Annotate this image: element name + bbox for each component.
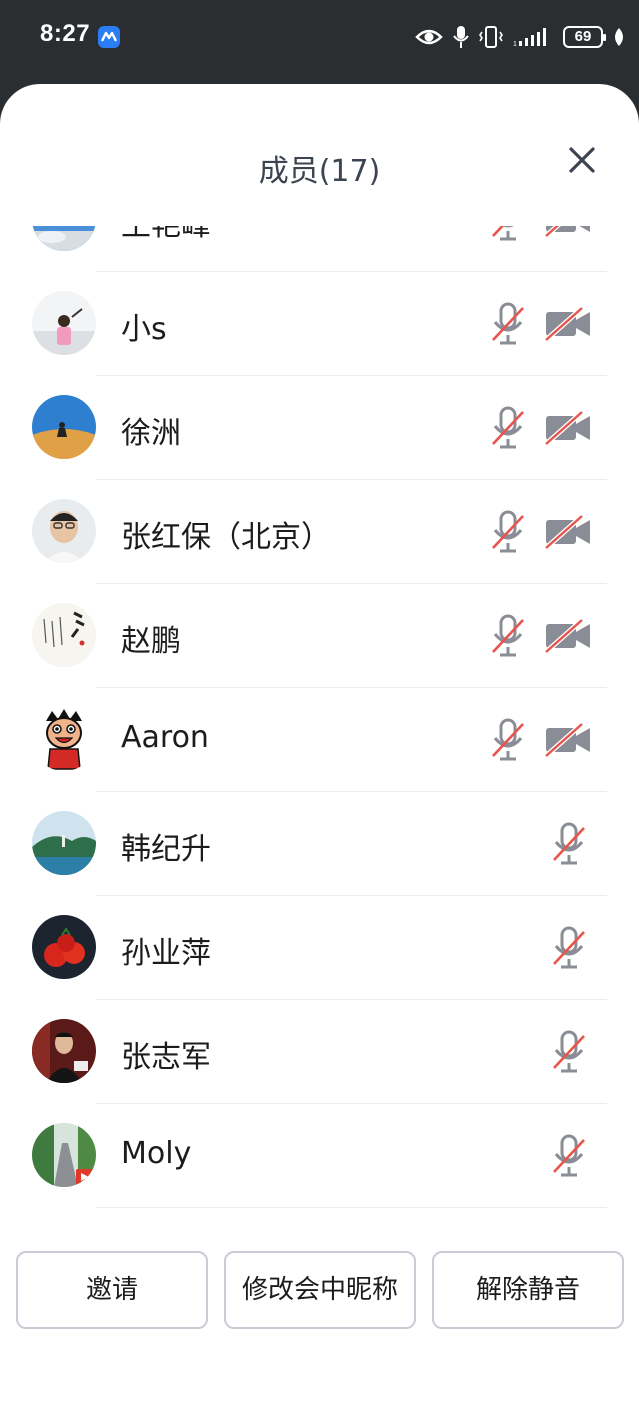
member-row[interactable]: Moly [0, 1104, 639, 1208]
invite-button[interactable]: 邀请 [16, 1251, 208, 1329]
avatar [32, 603, 96, 667]
member-row[interactable]: 徐洲 [0, 376, 639, 480]
member-name: 孙业萍 [121, 936, 211, 971]
status-time: 8:27 [40, 20, 91, 47]
member-name: 张红保（北京） [121, 520, 331, 555]
avatar [32, 1019, 96, 1083]
camera-off-icon[interactable] [544, 226, 592, 238]
member-list[interactable]: 王艳峰 小s 徐洲 [0, 226, 639, 1218]
avatar [32, 811, 96, 875]
mic-muted-icon[interactable] [551, 1030, 587, 1074]
panel-title: 成员(17) [258, 154, 381, 189]
mic-muted-icon[interactable] [490, 614, 526, 658]
member-name: 王艳峰 [121, 226, 211, 244]
camera-off-icon[interactable] [544, 514, 592, 550]
divider [96, 1207, 607, 1208]
member-name: Moly [121, 1136, 192, 1171]
camera-off-icon[interactable] [544, 410, 592, 446]
member-row[interactable]: 王艳峰 [0, 226, 639, 272]
member-row[interactable]: 赵鹏 [0, 584, 639, 688]
member-row[interactable]: 小s [0, 272, 639, 376]
status-icons: 1 69 [415, 22, 625, 52]
member-row[interactable]: 孙业萍 [0, 896, 639, 1000]
mic-muted-icon[interactable] [490, 226, 526, 242]
mic-muted-icon[interactable] [551, 822, 587, 866]
svg-text:1: 1 [513, 41, 517, 48]
member-row[interactable]: Aaron [0, 688, 639, 792]
avatar [32, 1123, 96, 1187]
member-name: 赵鹏 [121, 624, 181, 659]
member-row[interactable]: 韩纪升 [0, 792, 639, 896]
avatar [32, 707, 96, 771]
member-row[interactable]: 张红保（北京） [0, 480, 639, 584]
avatar [32, 291, 96, 355]
members-panel: 成员(17) 王艳峰 小s [0, 84, 639, 1406]
camera-off-icon[interactable] [544, 618, 592, 654]
close-icon[interactable] [566, 144, 598, 176]
app-notification-icon [98, 26, 120, 48]
eye-icon [415, 29, 443, 45]
mic-muted-icon[interactable] [551, 926, 587, 970]
member-name: 韩纪升 [121, 832, 211, 867]
rename-in-meeting-button[interactable]: 修改会中昵称 [224, 1251, 416, 1329]
unmute-button[interactable]: 解除静音 [432, 1251, 624, 1329]
leaf-icon [615, 28, 623, 46]
member-row[interactable]: 张志军 [0, 1000, 639, 1104]
member-name: Aaron [121, 720, 209, 755]
member-name: 张志军 [121, 1040, 211, 1075]
mic-muted-icon[interactable] [490, 718, 526, 762]
camera-off-icon[interactable] [544, 722, 592, 758]
avatar [32, 395, 96, 459]
avatar [32, 226, 96, 251]
status-bar: 8:27 1 69 [0, 0, 639, 80]
mic-muted-icon[interactable] [490, 406, 526, 450]
member-name: 徐洲 [121, 416, 181, 451]
avatar [32, 499, 96, 563]
avatar [32, 915, 96, 979]
member-name: 小s [121, 312, 167, 347]
vibrate-icon [479, 26, 503, 48]
mic-muted-icon[interactable] [490, 510, 526, 554]
camera-off-icon[interactable] [544, 306, 592, 342]
microphone-icon [453, 26, 469, 48]
battery-icon: 69 [563, 26, 606, 48]
signal-icon: 1 [513, 28, 546, 48]
mic-muted-icon[interactable] [551, 1134, 587, 1178]
mic-muted-icon[interactable] [490, 302, 526, 346]
